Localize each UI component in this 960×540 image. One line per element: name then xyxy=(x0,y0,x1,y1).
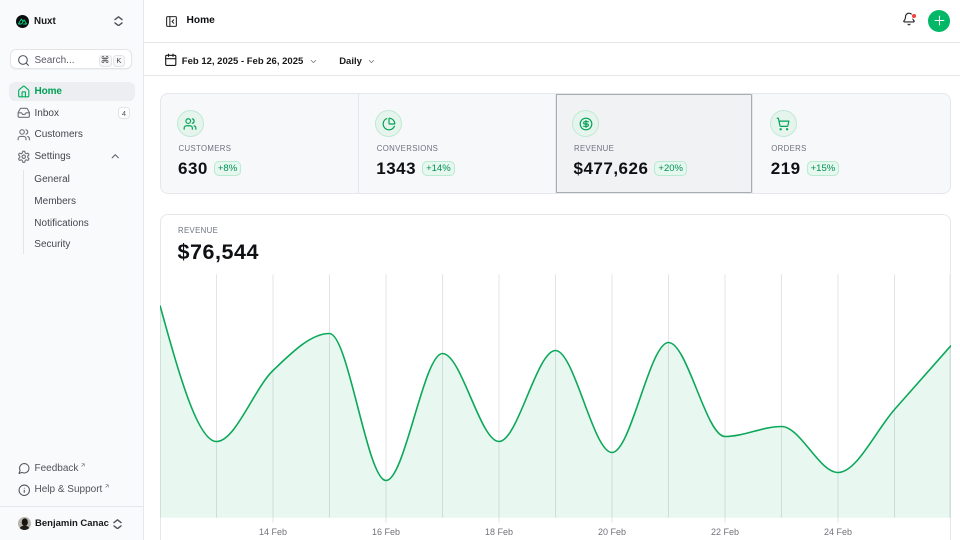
svg-text:16 Feb: 16 Feb xyxy=(371,527,399,537)
svg-text:24 Feb: 24 Feb xyxy=(823,527,851,537)
svg-text:22 Feb: 22 Feb xyxy=(710,527,738,537)
svg-text:14 Feb: 14 Feb xyxy=(258,527,286,537)
svg-text:18 Feb: 18 Feb xyxy=(484,527,512,537)
svg-text:20 Feb: 20 Feb xyxy=(597,527,625,537)
